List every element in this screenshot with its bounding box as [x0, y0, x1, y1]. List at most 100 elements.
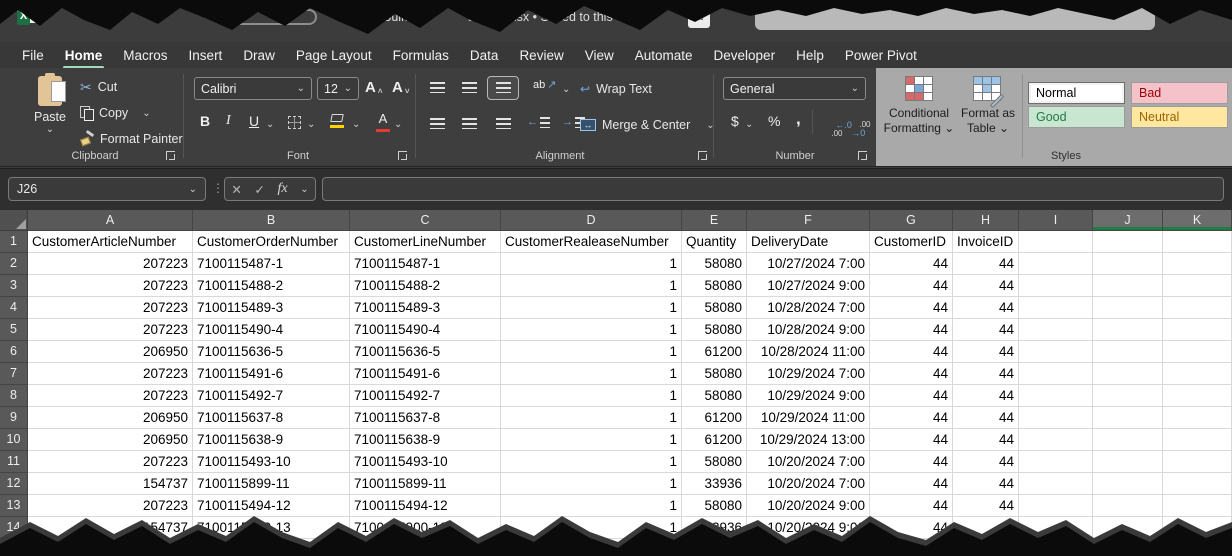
underline-dropdown-icon[interactable]: ⌄ [266, 119, 274, 130]
menu-tab-help[interactable]: Help [796, 46, 824, 65]
grow-font-button[interactable]: A˄ [365, 79, 383, 96]
cell-I2[interactable] [1019, 253, 1093, 275]
font-color-dropdown-icon[interactable]: ⌄ [394, 119, 402, 130]
cell-G10[interactable]: 44 [870, 429, 953, 451]
wrap-text-button[interactable]: ↩ Wrap Text [580, 82, 652, 96]
cell-E10[interactable]: 61200 [682, 429, 747, 451]
menu-tab-automate[interactable]: Automate [635, 46, 693, 65]
cell-D2[interactable]: 1 [501, 253, 682, 275]
style-chip-neutral[interactable]: Neutral [1131, 106, 1228, 128]
cell-F12[interactable]: 10/20/2024 7:00 [747, 473, 870, 495]
cell-I9[interactable] [1019, 407, 1093, 429]
row-header-3[interactable]: 3 [0, 275, 28, 297]
orientation-button[interactable]: ab↗ [533, 78, 556, 91]
row-header-11[interactable]: 11 [0, 451, 28, 473]
cell-J14[interactable] [1093, 517, 1163, 539]
cell-J13[interactable] [1093, 495, 1163, 517]
cell-K7[interactable] [1163, 363, 1232, 385]
cell-B2[interactable]: 7100115487-1 [193, 253, 350, 275]
cell-F6[interactable]: 10/28/2024 11:00 [747, 341, 870, 363]
cell-A10[interactable]: 206950 [28, 429, 193, 451]
cell-J4[interactable] [1093, 297, 1163, 319]
cell-G5[interactable]: 44 [870, 319, 953, 341]
format-painter-button[interactable]: Format Painter [80, 132, 183, 146]
cell-H6[interactable]: 44 [953, 341, 1019, 363]
menu-tab-page-layout[interactable]: Page Layout [296, 46, 372, 65]
cell-C5[interactable]: 7100115490-4 [350, 319, 501, 341]
menu-tab-power-pivot[interactable]: Power Pivot [845, 46, 917, 65]
cell-A4[interactable]: 207223 [28, 297, 193, 319]
cell-B14[interactable]: 7100115900-13 [193, 517, 350, 539]
decrease-decimal-button[interactable]: .00→0 [846, 113, 870, 146]
italic-button[interactable]: I [226, 113, 231, 129]
cell-F8[interactable]: 10/29/2024 9:00 [747, 385, 870, 407]
borders-button[interactable] [288, 116, 301, 129]
cell-J10[interactable] [1093, 429, 1163, 451]
cell-A12[interactable]: 154737 [28, 473, 193, 495]
column-header-G[interactable]: G [870, 210, 953, 231]
orientation-dropdown-icon[interactable]: ⌄ [562, 84, 570, 95]
cell-F9[interactable]: 10/29/2024 11:00 [747, 407, 870, 429]
number-dialog-launcher-icon[interactable] [858, 151, 867, 160]
menu-tab-home[interactable]: Home [65, 46, 103, 65]
align-center-button[interactable] [462, 118, 477, 129]
cell-D9[interactable]: 1 [501, 407, 682, 429]
menu-tab-view[interactable]: View [585, 46, 614, 65]
cut-button[interactable]: ✂ Cut [80, 80, 117, 94]
cell-G2[interactable]: 44 [870, 253, 953, 275]
font-name-select[interactable]: Calibri⌄ [194, 77, 312, 100]
cell-J1[interactable] [1093, 231, 1163, 253]
cell-K3[interactable] [1163, 275, 1232, 297]
cell-D11[interactable]: 1 [501, 451, 682, 473]
cell-H5[interactable]: 44 [953, 319, 1019, 341]
cell-K10[interactable] [1163, 429, 1232, 451]
cell-I12[interactable] [1019, 473, 1093, 495]
alignment-dialog-launcher-icon[interactable] [698, 151, 707, 160]
row-header-6[interactable]: 6 [0, 341, 28, 363]
cell-B3[interactable]: 7100115488-2 [193, 275, 350, 297]
style-chip-normal[interactable]: Normal [1028, 82, 1125, 104]
cell-D4[interactable]: 1 [501, 297, 682, 319]
cell-E1[interactable]: Quantity [682, 231, 747, 253]
top-align-button[interactable] [430, 82, 445, 93]
menu-tab-review[interactable]: Review [519, 46, 563, 65]
cell-E5[interactable]: 58080 [682, 319, 747, 341]
row-header-14[interactable]: 14 [0, 517, 28, 539]
cell-C11[interactable]: 7100115493-10 [350, 451, 501, 473]
cell-G11[interactable]: 44 [870, 451, 953, 473]
cell-F10[interactable]: 10/29/2024 13:00 [747, 429, 870, 451]
cell-C6[interactable]: 7100115636-5 [350, 341, 501, 363]
cell-K9[interactable] [1163, 407, 1232, 429]
cell-G14[interactable]: 44 [870, 517, 953, 539]
cell-I3[interactable] [1019, 275, 1093, 297]
cell-I6[interactable] [1019, 341, 1093, 363]
cell-B4[interactable]: 7100115489-3 [193, 297, 350, 319]
font-size-select[interactable]: 12⌄ [317, 77, 359, 100]
cell-I11[interactable] [1019, 451, 1093, 473]
cell-H13[interactable]: 44 [953, 495, 1019, 517]
cell-C14[interactable]: 7100115900-13 [350, 517, 501, 539]
cell-G7[interactable]: 44 [870, 363, 953, 385]
cell-D13[interactable]: 1 [501, 495, 682, 517]
style-chip-bad[interactable]: Bad [1131, 82, 1228, 104]
menu-tab-macros[interactable]: Macros [123, 46, 167, 65]
row-header-7[interactable]: 7 [0, 363, 28, 385]
format-as-table-button[interactable]: Format as Table ⌄ [958, 106, 1018, 136]
enter-icon[interactable]: ✓ [254, 182, 264, 197]
cell-B5[interactable]: 7100115490-4 [193, 319, 350, 341]
cell-I10[interactable] [1019, 429, 1093, 451]
cell-E4[interactable]: 58080 [682, 297, 747, 319]
middle-align-button[interactable] [462, 82, 477, 93]
cell-K8[interactable] [1163, 385, 1232, 407]
cell-B7[interactable]: 7100115491-6 [193, 363, 350, 385]
cell-G1[interactable]: CustomerID [870, 231, 953, 253]
cell-A5[interactable]: 207223 [28, 319, 193, 341]
cell-K12[interactable] [1163, 473, 1232, 495]
cell-I7[interactable] [1019, 363, 1093, 385]
cell-D10[interactable]: 1 [501, 429, 682, 451]
cell-H11[interactable]: 44 [953, 451, 1019, 473]
cell-B8[interactable]: 7100115492-7 [193, 385, 350, 407]
cell-C7[interactable]: 7100115491-6 [350, 363, 501, 385]
cell-A14[interactable]: 154737 [28, 517, 193, 539]
cell-H8[interactable]: 44 [953, 385, 1019, 407]
